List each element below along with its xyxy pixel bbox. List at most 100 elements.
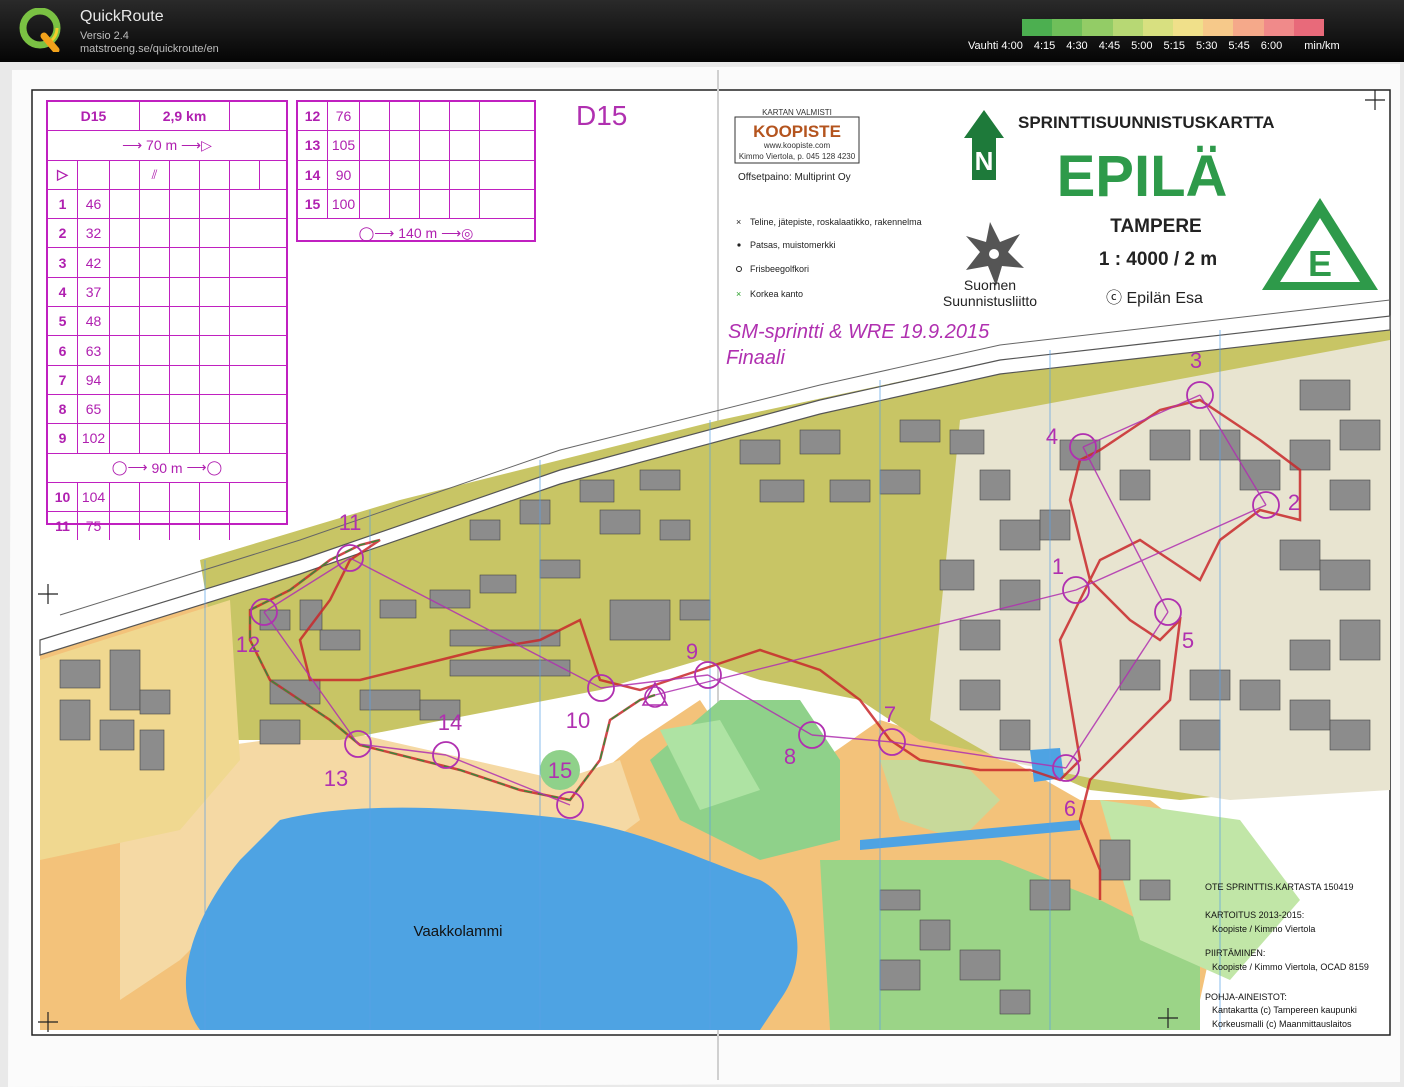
desc-symbol-cell — [200, 189, 230, 219]
maker-web: www.koopiste.com — [763, 141, 831, 150]
building — [1289, 639, 1331, 671]
control-number-label: 14 — [438, 710, 462, 735]
building — [979, 469, 1011, 501]
desc-control-row: 5 48 — [48, 307, 286, 337]
desc-control-row: 11 75 — [48, 512, 286, 541]
pace-scale-segment — [1112, 19, 1143, 36]
legend-item-4: Korkea kanto — [750, 289, 803, 299]
control-number-label: 8 — [784, 744, 796, 769]
desc-symbol-cell — [170, 248, 200, 277]
desc-control-number: 15 — [298, 189, 328, 219]
map-type: SPRINTTISUUNNISTUSKARTTA — [1018, 113, 1275, 132]
app-title: QuickRoute — [80, 8, 164, 25]
desc-control-number: 13 — [298, 131, 328, 160]
desc-symbol-cell — [450, 102, 480, 131]
desc-symbol-cell — [140, 219, 170, 248]
svg-text:N: N — [975, 146, 994, 176]
building — [519, 499, 551, 525]
desc-symbol-cell — [360, 160, 390, 189]
desc-control-row: 2 32 — [48, 219, 286, 249]
desc-control-code: 94 — [78, 365, 110, 394]
pace-scale-start-label: Vauhti 4:00 — [968, 40, 1023, 52]
desc-finish-distance: 140 m — [398, 225, 438, 242]
svg-text:×: × — [736, 289, 741, 299]
federation-line-1: Suomen — [964, 277, 1016, 293]
desc-control-number: 2 — [48, 219, 78, 248]
control-number-label: 2 — [1288, 490, 1300, 515]
building — [139, 689, 171, 715]
desc-symbol-cell — [170, 189, 200, 219]
desc-symbol-cell — [360, 189, 390, 219]
desc-symbol-cell — [170, 219, 200, 248]
control-number-label: 5 — [1182, 628, 1194, 653]
pace-scale-labels: Vauhti 4:00 4:15 4:30 4:45 5:00 5:15 5:30 5:45 6… — [968, 40, 1351, 52]
desc-symbol-cell — [170, 336, 200, 365]
pace-color-scale — [1022, 19, 1325, 36]
desc-symbol-cell — [450, 189, 480, 219]
building — [1279, 539, 1321, 571]
desc-symbol-cell — [390, 131, 420, 160]
building — [469, 519, 501, 541]
desc-symbol-cell — [170, 277, 200, 307]
map-credit-line: OTE SPRINTTIS.KARTASTA 150419 — [1205, 882, 1354, 892]
building — [999, 989, 1031, 1015]
desc-symbol-cell — [110, 512, 140, 541]
desc-mid-taped-row: ◯⟶ 90 m ⟶◯ — [48, 454, 286, 483]
desc-control-number: 10 — [48, 482, 78, 512]
desc-length: 2,9 km — [140, 102, 230, 131]
building — [1179, 719, 1221, 751]
desc-symbol-cell — [200, 482, 230, 512]
legend-item-3: Frisbeegolfkori — [750, 264, 809, 274]
desc-symbol-cell — [170, 512, 200, 541]
control-number-label: 3 — [1190, 348, 1202, 373]
desc-symbol-cell — [200, 336, 230, 365]
map-credit-line: Kantakartta (c) Tampereen kaupunki — [1212, 1005, 1357, 1015]
federation-line-2: Suunnistusliitto — [943, 293, 1037, 309]
desc-control-number: 12 — [298, 102, 328, 131]
building — [879, 889, 921, 911]
building — [829, 479, 871, 503]
pace-scale-tick: 4:45 — [1098, 40, 1121, 52]
pace-scale-segment — [1142, 19, 1174, 36]
desc-finish-row: ◯⟶ 140 m ⟶◎ — [358, 224, 474, 242]
desc-control-code: 76 — [328, 102, 360, 131]
desc-control-row: 14 90 — [298, 160, 534, 190]
desc-control-row: 3 42 — [48, 248, 286, 278]
building — [579, 479, 615, 503]
desc-symbol-cell — [360, 102, 390, 131]
desc-control-row: 8 65 — [48, 394, 286, 425]
building — [1189, 669, 1231, 701]
building — [1149, 429, 1191, 461]
desc-symbol-cell — [450, 160, 480, 189]
desc-symbol-cell — [140, 394, 170, 424]
building — [259, 719, 301, 745]
legend-item-1: Teline, jätepiste, roskalaatikko, rakenn… — [750, 217, 922, 227]
desc-control-number: 3 — [48, 248, 78, 277]
map-scale: 1 : 4000 / 2 m — [1099, 249, 1217, 270]
desc-start-row: ⟶ 70 m ⟶▷ — [48, 131, 286, 161]
desc-symbol-cell — [110, 248, 140, 277]
building — [949, 429, 985, 455]
control-number-label: 13 — [324, 766, 348, 791]
building — [639, 469, 681, 491]
desc-symbol-cell — [390, 189, 420, 219]
svg-text:E: E — [1308, 243, 1332, 284]
desc-control-code: 65 — [78, 394, 110, 424]
desc-control-code: 75 — [78, 512, 110, 541]
map-credit-line: PIIRTÄMINEN: — [1205, 948, 1265, 958]
pace-scale-segment — [1203, 19, 1234, 36]
control-description-sheet: D15 2,9 km ⟶ 70 m ⟶▷ ▷ ⫽ 1 46 2 32 3 42 4 37 5 48… — [46, 100, 288, 541]
desc-control-code: 37 — [78, 277, 110, 307]
building — [1099, 839, 1131, 881]
legend-item-2: Patsas, muistomerkki — [750, 240, 836, 250]
pace-scale-tick: 4:15 — [1033, 40, 1056, 52]
control-number-label: 1 — [1052, 554, 1064, 579]
building — [59, 699, 91, 741]
desc-symbol-cell — [140, 248, 170, 277]
desc-symbol-cell — [170, 424, 200, 453]
control-number-label: 15 — [548, 758, 572, 783]
desc-symbol-cell — [200, 424, 230, 453]
lake-name: Vaakkolammi — [414, 923, 503, 940]
desc-control-number: 4 — [48, 277, 78, 307]
desc-class: D15 — [48, 102, 140, 131]
